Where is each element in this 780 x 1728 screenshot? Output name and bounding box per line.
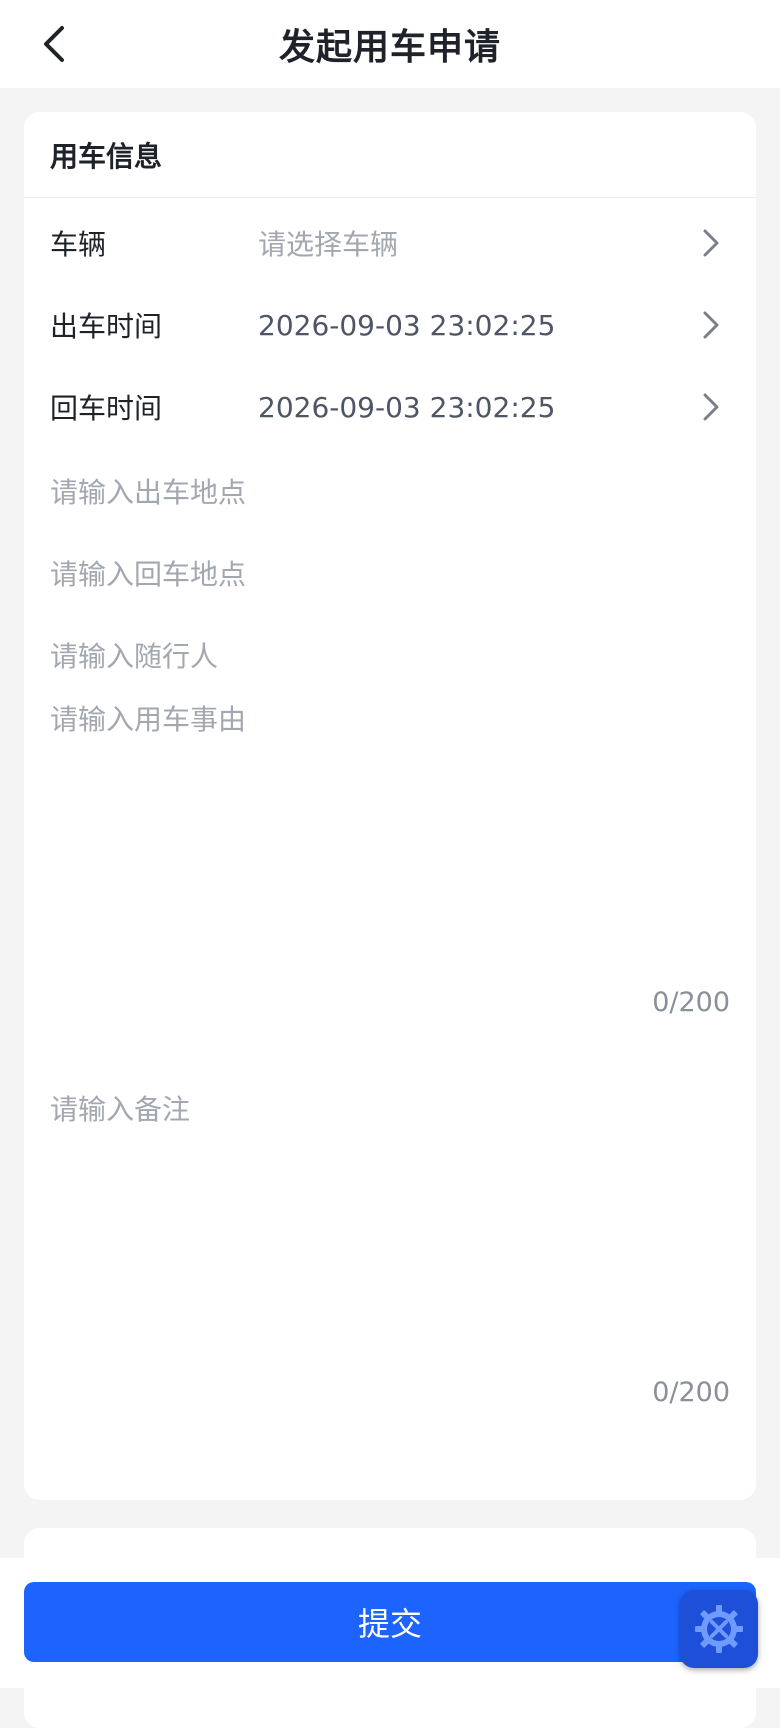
reason-textarea[interactable]: 请输入用车事由 0/200 [50, 698, 730, 1018]
reason-char-count: 0/200 [652, 987, 730, 1018]
depart-time-value: 2026-09-03 23:02:25 [258, 308, 556, 342]
depart-time-label: 出车时间 [50, 310, 163, 343]
depart-time-row[interactable]: 出车时间 2026-09-03 23:02:25 [24, 281, 756, 369]
section-header: 用车信息 [24, 112, 756, 198]
vehicle-label: 车辆 [50, 228, 107, 261]
page-title: 发起用车申请 [278, 27, 501, 68]
remark-textarea[interactable]: 请输入备注 0/200 [50, 1088, 730, 1408]
vehicle-select-row[interactable]: 车辆 请选择车辆 [24, 199, 756, 287]
chevron-left-icon [44, 26, 64, 62]
depart-place-input[interactable]: 请输入出车地点 [50, 451, 730, 531]
vehicle-info-card: 用车信息 车辆 请选择车辆 出车时间 2026-09-03 23:02:25 回… [24, 112, 756, 1500]
return-time-row[interactable]: 回车时间 2026-09-03 23:02:25 [24, 363, 756, 451]
back-button[interactable] [34, 24, 74, 64]
remark-char-count: 0/200 [652, 1377, 730, 1408]
return-time-label: 回车时间 [50, 392, 163, 425]
footer-bar: 提交 [0, 1558, 780, 1688]
vehicle-placeholder: 请选择车辆 [258, 228, 399, 261]
reason-placeholder: 请输入用车事由 [50, 703, 247, 736]
nav-bar: 发起用车申请 [0, 0, 780, 88]
companions-input[interactable]: 请输入随行人 [50, 615, 730, 695]
section-title: 用车信息 [50, 139, 163, 173]
floating-tools-button[interactable] [680, 1590, 758, 1668]
chevron-right-icon [703, 311, 719, 339]
return-place-input[interactable]: 请输入回车地点 [50, 533, 730, 613]
remark-placeholder: 请输入备注 [50, 1093, 191, 1126]
tools-gear-icon [695, 1605, 743, 1653]
chevron-right-icon [703, 393, 719, 421]
return-time-value: 2026-09-03 23:02:25 [258, 390, 556, 424]
submit-button[interactable]: 提交 [24, 1582, 756, 1662]
chevron-right-icon [703, 229, 719, 257]
